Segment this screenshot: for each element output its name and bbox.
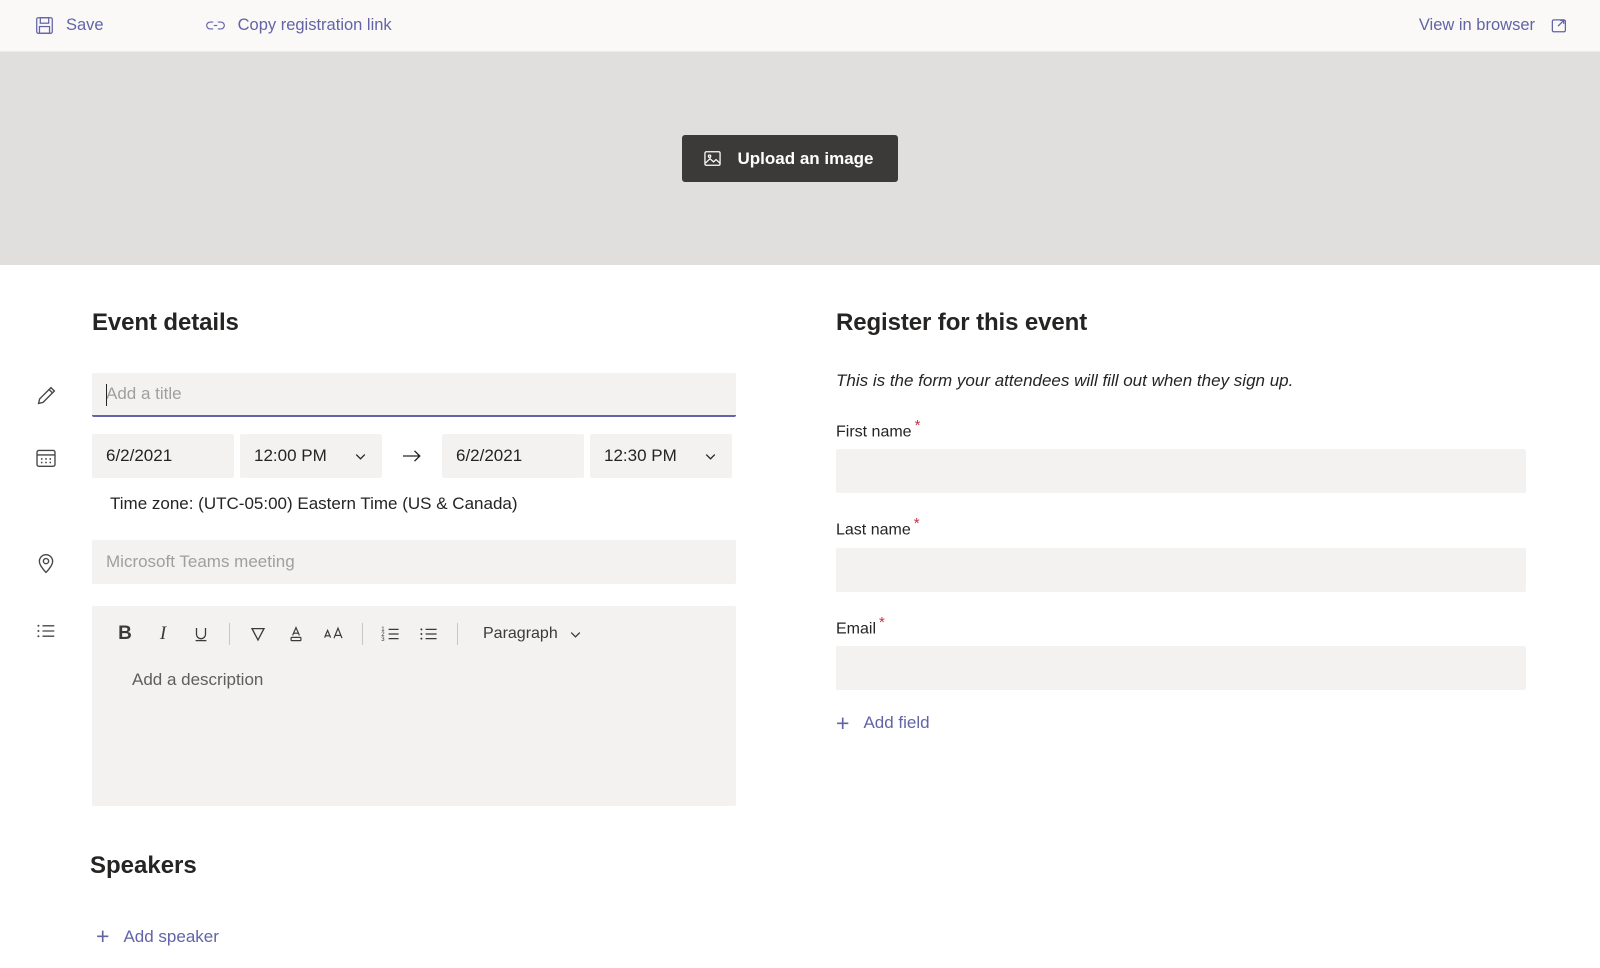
location-input[interactable] <box>92 540 736 584</box>
schedule-row: 6/2/2021 12:00 PM 6/2/2021 12:30 PM Time… <box>0 417 836 514</box>
location-field-row <box>0 540 836 584</box>
first-name-input[interactable] <box>836 449 1526 494</box>
open-in-new-window-icon <box>1549 15 1570 36</box>
start-time-value: 12:00 PM <box>254 446 327 465</box>
schedule-body: 6/2/2021 12:00 PM 6/2/2021 12:30 PM Time… <box>92 417 836 514</box>
list-icon <box>0 606 92 644</box>
event-details-heading: Event details <box>92 309 239 336</box>
speakers-heading: Speakers <box>90 852 197 879</box>
timezone-label: Time zone: (UTC-05:00) Eastern Time (US … <box>110 494 518 513</box>
location-pin-icon <box>0 540 92 576</box>
event-details-column: Event details Add a title 6/2/2021 12:00… <box>0 265 836 949</box>
numbered-list-button[interactable]: 1 2 3 <box>372 616 410 652</box>
command-bar-right-group: View in browser <box>1411 9 1578 42</box>
editor-body: Event details Add a title 6/2/2021 12:00… <box>0 265 1600 949</box>
registration-column: Register for this event This is the form… <box>836 265 1600 949</box>
toolbar-divider <box>362 623 363 645</box>
command-bar-left-group: Save Copy registration link <box>26 9 400 42</box>
description-field-row: B I 1 2 3 Paragraph Add a description <box>0 606 836 806</box>
view-in-browser-button[interactable]: View in browser <box>1411 9 1578 42</box>
save-label: Save <box>66 16 104 34</box>
toolbar-divider <box>457 623 458 645</box>
end-time-value: 12:30 PM <box>604 446 677 465</box>
end-time-dropdown[interactable]: 12:30 PM <box>590 434 732 478</box>
title-field-row <box>0 373 836 417</box>
calendar-icon <box>0 417 92 471</box>
italic-button[interactable]: I <box>144 616 182 652</box>
registration-field: Email * <box>836 614 1600 690</box>
plus-icon: + <box>836 709 850 736</box>
command-bar: Save Copy registration link View in brow… <box>0 0 1600 52</box>
required-marker: * <box>879 613 885 631</box>
toolbar-divider <box>229 623 230 645</box>
font-size-button[interactable] <box>315 616 353 652</box>
range-arrow-icon <box>382 446 442 466</box>
font-color-button[interactable] <box>277 616 315 652</box>
description-editor: B I 1 2 3 Paragraph Add a description <box>92 606 736 806</box>
registration-heading: Register for this event <box>836 309 1088 336</box>
email-input[interactable] <box>836 645 1526 690</box>
add-field-label: Add field <box>863 713 930 733</box>
paragraph-style-label: Paragraph <box>483 625 558 642</box>
title-input[interactable] <box>92 373 736 417</box>
first-name-label: First name * <box>836 417 920 441</box>
plus-icon: + <box>96 923 110 949</box>
start-date-field[interactable]: 6/2/2021 <box>92 434 234 478</box>
highlight-button[interactable] <box>239 616 277 652</box>
email-label-text: Email <box>836 619 877 637</box>
chevron-down-icon <box>353 449 368 464</box>
required-marker: * <box>913 515 920 533</box>
registration-note: This is the form your attendees will fil… <box>836 371 1294 390</box>
event-image-banner: Upload an image <box>0 52 1600 265</box>
location-field-wrap <box>92 540 836 584</box>
svg-text:3: 3 <box>381 637 385 643</box>
add-speaker-label: Add speaker <box>123 926 219 946</box>
copy-registration-link-label: Copy registration link <box>237 16 392 34</box>
copy-registration-link-button[interactable]: Copy registration link <box>196 9 400 42</box>
add-field-button[interactable]: + Add field <box>836 709 930 736</box>
underline-button[interactable] <box>182 616 220 652</box>
bold-button[interactable]: B <box>106 616 144 652</box>
view-in-browser-label: View in browser <box>1418 16 1535 34</box>
upload-image-label: Upload an image <box>737 148 874 168</box>
last-name-label: Last name * <box>836 515 920 539</box>
rich-text-toolbar: B I 1 2 3 Paragraph <box>92 606 736 662</box>
description-input[interactable]: Add a description <box>92 662 736 698</box>
chevron-down-icon <box>703 449 718 464</box>
last-name-label-text: Last name <box>836 521 911 539</box>
title-field-wrap <box>92 373 836 417</box>
save-button[interactable]: Save <box>26 9 112 42</box>
paragraph-style-dropdown[interactable]: Paragraph <box>473 618 593 650</box>
description-editor-wrap: B I 1 2 3 Paragraph Add a description <box>92 606 836 806</box>
start-time-dropdown[interactable]: 12:00 PM <box>240 434 382 478</box>
link-icon <box>204 15 227 36</box>
datetime-controls: 6/2/2021 12:00 PM 6/2/2021 12:30 PM <box>92 434 836 478</box>
text-cursor <box>106 384 107 406</box>
chevron-down-icon <box>568 627 583 642</box>
bulleted-list-button[interactable] <box>410 616 448 652</box>
end-date-field[interactable]: 6/2/2021 <box>442 434 584 478</box>
last-name-input[interactable] <box>836 547 1526 592</box>
required-marker: * <box>914 417 921 434</box>
first-name-label-text: First name <box>836 423 912 441</box>
image-icon <box>702 148 723 169</box>
email-label: Email * <box>836 614 885 638</box>
upload-image-button[interactable]: Upload an image <box>682 135 898 182</box>
pencil-icon <box>0 373 92 409</box>
add-speaker-button[interactable]: + Add speaker <box>0 924 225 949</box>
registration-field: First name * <box>836 417 1600 494</box>
registration-field: Last name * <box>836 515 1600 592</box>
save-floppy-icon <box>34 15 55 36</box>
